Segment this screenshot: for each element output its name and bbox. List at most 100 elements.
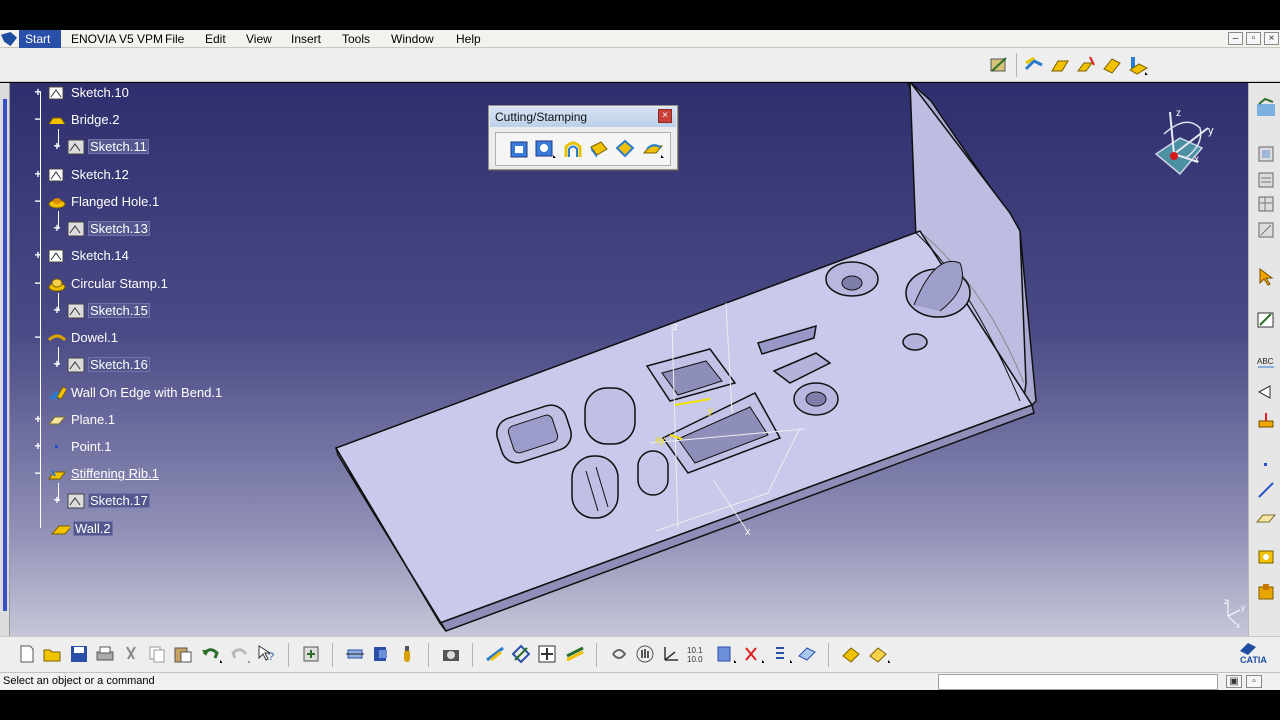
- expand-icon[interactable]: +: [33, 86, 43, 98]
- render-style-icon[interactable]: [868, 643, 890, 665]
- tree-node-wall-on-edge[interactable]: Wall On Edge with Bend.1: [47, 383, 224, 402]
- point-tool-icon[interactable]: [1255, 453, 1277, 475]
- expand-icon[interactable]: +: [52, 304, 62, 316]
- menu-file[interactable]: File: [165, 32, 184, 46]
- shading-icon[interactable]: [742, 643, 764, 665]
- louver-icon[interactable]: [614, 138, 636, 160]
- tree-node-flanged-hole[interactable]: − Flanged Hole.1: [33, 192, 161, 211]
- whats-this-icon[interactable]: ?: [256, 643, 278, 665]
- rotate-icon[interactable]: [564, 643, 586, 665]
- menu-tools[interactable]: Tools: [342, 32, 370, 46]
- select-icon[interactable]: [1255, 266, 1277, 288]
- new-icon[interactable]: [16, 643, 38, 665]
- collapse-icon[interactable]: −: [33, 113, 43, 125]
- zoom-in-out-icon[interactable]: [608, 643, 630, 665]
- menu-insert[interactable]: Insert: [291, 32, 321, 46]
- tree-node-sketch-10[interactable]: + Sketch.10: [33, 83, 131, 102]
- part-body-icon[interactable]: [1255, 143, 1277, 165]
- hand-pan-icon[interactable]: [634, 643, 656, 665]
- pointer-arrow-icon[interactable]: [1255, 381, 1277, 403]
- collapse-icon[interactable]: −: [33, 195, 43, 207]
- expand-icon[interactable]: +: [33, 440, 43, 452]
- extrusion-icon[interactable]: [1101, 54, 1123, 76]
- menu-help[interactable]: Help: [456, 32, 481, 46]
- fit-all-in-icon[interactable]: [510, 643, 532, 665]
- open-icon[interactable]: [42, 643, 64, 665]
- measure-icon[interactable]: [1255, 410, 1277, 432]
- sketch-tool-icon[interactable]: [1255, 219, 1277, 241]
- expand-icon[interactable]: +: [33, 413, 43, 425]
- apply-material-bottom-icon[interactable]: [840, 643, 862, 665]
- catia-start-icon[interactable]: [1, 32, 17, 46]
- close-icon[interactable]: ×: [1264, 32, 1279, 45]
- start-menu[interactable]: Start: [19, 30, 61, 48]
- tree-node-stiffening-rib[interactable]: − Stiffening Rib.1: [33, 464, 161, 483]
- tree-node-plane[interactable]: + Plane.1: [33, 410, 117, 429]
- sheet-metal-workbench-icon[interactable]: [1255, 97, 1277, 119]
- copy-icon[interactable]: [146, 643, 168, 665]
- redo-icon[interactable]: [228, 643, 250, 665]
- tree-node-sketch-15[interactable]: + Sketch.15: [52, 301, 150, 320]
- bead-icon[interactable]: [534, 138, 556, 160]
- axis-system-icon[interactable]: [370, 643, 392, 665]
- close-icon[interactable]: ×: [658, 109, 672, 123]
- tree-node-sketch-17[interactable]: + Sketch.17: [52, 491, 150, 510]
- tree-node-point[interactable]: + Point.1: [33, 437, 113, 456]
- left-scrollbar[interactable]: [0, 83, 10, 636]
- expand-icon[interactable]: +: [33, 168, 43, 180]
- cutting-stamping-toolbar[interactable]: Cutting/Stamping ×: [488, 105, 678, 170]
- tree-node-dowel[interactable]: − Dowel.1: [33, 328, 120, 347]
- expand-icon[interactable]: +: [33, 249, 43, 261]
- tree-node-sketch-12[interactable]: + Sketch.12: [33, 165, 131, 184]
- expand-icon[interactable]: +: [52, 358, 62, 370]
- walls-icon[interactable]: [1023, 54, 1045, 76]
- pan-icon[interactable]: [536, 643, 558, 665]
- annotation-text-icon[interactable]: ABC: [1255, 351, 1277, 373]
- print-icon[interactable]: [94, 643, 116, 665]
- plane-tool-icon[interactable]: [1255, 507, 1277, 529]
- sheet-metal-parameters-icon[interactable]: [988, 54, 1010, 76]
- fit-all-icon[interactable]: [344, 643, 366, 665]
- flanged-cutout-icon[interactable]: [588, 138, 610, 160]
- hide-show-icon[interactable]: [770, 643, 792, 665]
- restore-icon[interactable]: ▫: [1246, 32, 1261, 45]
- power-input-icon[interactable]: ▣: [1226, 675, 1242, 688]
- minimize-icon[interactable]: –: [1228, 32, 1243, 45]
- command-input[interactable]: [938, 674, 1218, 690]
- tree-node-sketch-11[interactable]: + Sketch.11: [52, 137, 149, 156]
- swept-walls-icon[interactable]: [1127, 54, 1149, 76]
- cut-icon[interactable]: [120, 643, 142, 665]
- swap-visible-space-icon[interactable]: [796, 643, 818, 665]
- stiffening-rib-tool-icon[interactable]: [642, 138, 664, 160]
- save-icon[interactable]: [68, 643, 90, 665]
- paste-icon[interactable]: [172, 643, 194, 665]
- tree-node-bridge[interactable]: − Bridge.2: [33, 110, 121, 129]
- tree-node-sketch-14[interactable]: + Sketch.14: [33, 246, 131, 265]
- tree-node-wall-2[interactable]: Wall.2: [51, 519, 113, 538]
- iso-view-icon[interactable]: [714, 643, 736, 665]
- material-icon[interactable]: [1255, 545, 1277, 567]
- sketcher-icon[interactable]: [1255, 309, 1277, 331]
- menu-window[interactable]: Window: [391, 32, 434, 46]
- expand-icon[interactable]: +: [52, 494, 62, 506]
- status-option-icon[interactable]: ▫: [1246, 675, 1262, 688]
- capture-icon[interactable]: [440, 643, 462, 665]
- wall-on-edge-icon[interactable]: [1075, 54, 1097, 76]
- curve-stamp-icon[interactable]: [562, 138, 584, 160]
- line-icon[interactable]: [1255, 479, 1277, 501]
- tree-node-sketch-16[interactable]: + Sketch.16: [52, 355, 150, 374]
- catalog-icon[interactable]: [1255, 169, 1277, 191]
- menu-edit[interactable]: Edit: [205, 32, 226, 46]
- menu-enovia[interactable]: ENOVIA V5 VPM: [71, 32, 163, 46]
- table-icon[interactable]: [1255, 193, 1277, 215]
- menu-view[interactable]: View: [246, 32, 272, 46]
- surface-stamp-icon[interactable]: [508, 138, 530, 160]
- fly-mode-icon[interactable]: [484, 643, 506, 665]
- expand-icon[interactable]: +: [52, 140, 62, 152]
- wall-icon[interactable]: [1049, 54, 1071, 76]
- apply-material-icon[interactable]: [1255, 581, 1277, 603]
- normal-view-icon[interactable]: [660, 643, 682, 665]
- update-icon[interactable]: [300, 643, 322, 665]
- compass-icon[interactable]: z y x: [1146, 104, 1216, 180]
- toolbar-title[interactable]: Cutting/Stamping: [490, 107, 676, 127]
